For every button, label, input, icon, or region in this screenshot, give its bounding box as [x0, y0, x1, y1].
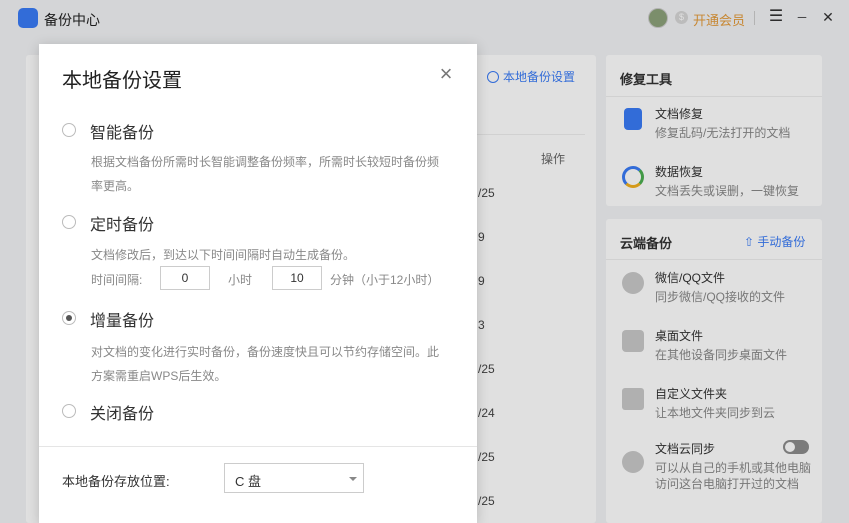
- scheduled-backup-radio[interactable]: [62, 215, 76, 229]
- smart-backup-label: 智能备份: [90, 125, 155, 142]
- smart-backup-desc-line: 率更高。: [91, 179, 140, 193]
- minutes-input[interactable]: 10: [272, 266, 322, 290]
- incremental-backup-desc-line: 对文档的变化进行实时备份，备份速度快且可以节约存储空间。此: [91, 345, 440, 359]
- scheduled-backup-label: 定时备份: [90, 217, 155, 234]
- incremental-backup-desc-line: 方案需重启WPS后生效。: [91, 369, 227, 383]
- smart-backup-desc: 根据文档备份所需时长智能调整备份频率，所需时长较短时备份频 率更高。: [91, 150, 451, 198]
- close-icon[interactable]: ×: [435, 63, 457, 85]
- dialog-footer-divider: [39, 446, 477, 447]
- hours-input[interactable]: 0: [160, 266, 210, 290]
- dialog-title: 本地备份设置: [62, 70, 182, 92]
- minutes-unit: 分钟（小于12小时）: [330, 273, 440, 287]
- incremental-backup-radio[interactable]: [62, 311, 76, 325]
- chevron-down-icon: [349, 477, 357, 481]
- scheduled-backup-desc: 文档修改后，到达以下时间间隔时自动生成备份。: [91, 248, 356, 262]
- smart-backup-radio[interactable]: [62, 123, 76, 137]
- incremental-backup-label: 增量备份: [90, 313, 155, 330]
- interval-label: 时间间隔:: [91, 273, 143, 287]
- hours-unit: 小时: [228, 273, 253, 287]
- disable-backup-radio[interactable]: [62, 404, 76, 418]
- backup-location-select[interactable]: C 盘: [224, 463, 364, 493]
- local-backup-settings-dialog: 本地备份设置 × 智能备份 根据文档备份所需时长智能调整备份频率，所需时长较短时…: [39, 44, 477, 523]
- backup-location-value: C 盘: [235, 474, 262, 489]
- incremental-backup-desc: 对文档的变化进行实时备份，备份速度快且可以节约存储空间。此 方案需重启WPS后生…: [91, 340, 451, 388]
- backup-location-label: 本地备份存放位置:: [62, 474, 170, 489]
- smart-backup-desc-line: 根据文档备份所需时长智能调整备份频率，所需时长较短时备份频: [91, 155, 440, 169]
- disable-backup-label: 关闭备份: [90, 406, 155, 423]
